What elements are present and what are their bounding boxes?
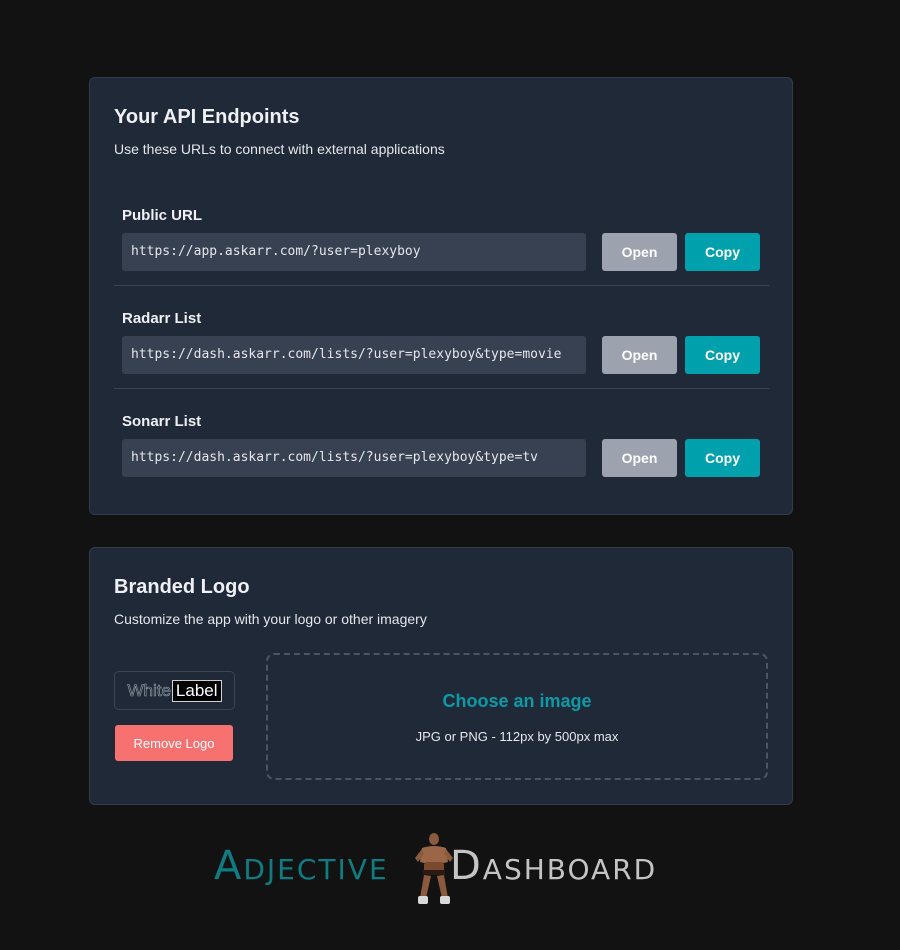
endpoint-sonarr-list: Sonarr List https://dash.askarr.com/list… — [114, 389, 769, 492]
endpoint-radarr-list: Radarr List https://dash.askarr.com/list… — [114, 286, 769, 389]
endpoint-url-field[interactable]: https://dash.askarr.com/lists/?user=plex… — [122, 439, 586, 477]
endpoint-url-field[interactable]: https://dash.askarr.com/lists/?user=plex… — [122, 336, 586, 374]
copy-button[interactable]: Copy — [685, 439, 760, 477]
logo-preview-text-label: Label — [171, 679, 222, 702]
api-endpoints-title: Your API Endpoints — [114, 106, 300, 128]
api-endpoints-card: Your API Endpoints Use these URLs to con… — [89, 77, 793, 515]
endpoint-label: Public URL — [122, 207, 203, 224]
open-button[interactable]: Open — [602, 336, 677, 374]
brand-logo: Adjective Dashboard — [214, 832, 686, 908]
endpoint-url-field[interactable]: https://app.askarr.com/?user=plexyboy — [122, 233, 586, 271]
copy-button[interactable]: Copy — [685, 336, 760, 374]
open-button[interactable]: Open — [602, 439, 677, 477]
brand-word-right: Dashboard — [450, 843, 658, 889]
image-dropzone[interactable]: Choose an image JPG or PNG - 112px by 50… — [266, 653, 768, 780]
choose-image-link[interactable]: Choose an image — [268, 691, 766, 712]
open-button[interactable]: Open — [602, 233, 677, 271]
logo-preview-text-white: White — [127, 680, 171, 700]
branded-logo-title: Branded Logo — [114, 576, 250, 598]
branded-logo-card: Branded Logo Customize the app with your… — [89, 547, 793, 805]
wrestler-mascot-icon — [415, 833, 453, 904]
brand-word-left: Adjective — [214, 843, 389, 889]
api-endpoints-subtitle: Use these URLs to connect with external … — [114, 141, 445, 157]
remove-logo-button[interactable]: Remove Logo — [115, 725, 233, 761]
endpoint-label: Radarr List — [122, 310, 202, 327]
copy-button[interactable]: Copy — [685, 233, 760, 271]
branded-logo-subtitle: Customize the app with your logo or othe… — [114, 611, 427, 627]
dropzone-hint: JPG or PNG - 112px by 500px max — [415, 729, 619, 744]
endpoint-public-url: Public URL https://app.askarr.com/?user=… — [114, 183, 769, 286]
logo-preview: White Label — [114, 671, 235, 710]
endpoint-label: Sonarr List — [122, 413, 202, 430]
